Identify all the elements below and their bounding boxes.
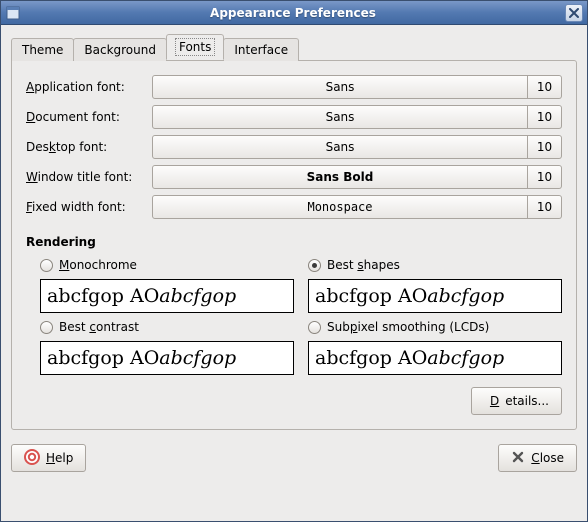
best-shapes-label: Best shapes [327,258,400,272]
fixed-width-font-picker[interactable]: Monospace 10 [152,195,562,219]
monochrome-sample: abcfgop AO abcfgop [40,279,294,313]
tab-interface[interactable]: Interface [223,38,299,61]
help-button[interactable]: Help [11,444,86,472]
rendering-grid: Monochrome Best shapes abcfgop AO abcfgo… [26,255,562,375]
window-title-font-picker[interactable]: Sans Bold 10 [152,165,562,189]
document-font-picker[interactable]: Sans 10 [152,105,562,129]
fixed-width-font-label: Fixed width font: [26,200,146,214]
best-shapes-option[interactable]: Best shapes [308,255,562,275]
monochrome-option[interactable]: Monochrome [40,255,294,275]
best-contrast-sample: abcfgop AO abcfgop [40,341,294,375]
font-rows: Application font: Sans 10 Document font:… [26,75,562,219]
best-contrast-option[interactable]: Best contrast [40,317,294,337]
best-contrast-radio[interactable] [40,321,53,334]
tabs-strip: Theme Background Fonts Interface [11,35,577,60]
document-font-label: Document font: [26,110,146,124]
desktop-font-picker[interactable]: Sans 10 [152,135,562,159]
close-icon [511,450,525,467]
tab-background[interactable]: Background [73,38,167,61]
application-font-picker[interactable]: Sans 10 [152,75,562,99]
fixed-width-font-row: Fixed width font: Monospace 10 [26,195,562,219]
window-icon [5,5,21,21]
fixed-width-font-size[interactable]: 10 [528,195,562,219]
details-row: Details... [26,387,562,415]
document-font-size[interactable]: 10 [528,105,562,129]
monochrome-label: Monochrome [59,258,137,272]
monochrome-radio[interactable] [40,259,53,272]
best-shapes-sample: abcfgop AO abcfgop [308,279,562,313]
details-button[interactable]: Details... [471,387,562,415]
titlebar[interactable]: Appearance Preferences [1,1,587,25]
document-font-name[interactable]: Sans [152,105,528,129]
tab-theme[interactable]: Theme [11,38,74,61]
subpixel-label: Subpixel smoothing (LCDs) [327,320,489,334]
tab-fonts[interactable]: Fonts [166,34,224,60]
appearance-preferences-window: Appearance Preferences Theme Background … [0,0,588,522]
subpixel-radio[interactable] [308,321,321,334]
subpixel-sample: abcfgop AO abcfgop [308,341,562,375]
client-area: Theme Background Fonts Interface Applica… [1,25,587,440]
help-icon [24,449,40,468]
window-title: Appearance Preferences [21,6,565,20]
bottom-bar: Help Close [1,440,587,482]
best-shapes-radio[interactable] [308,259,321,272]
desktop-font-size[interactable]: 10 [528,135,562,159]
desktop-font-label: Desktop font: [26,140,146,154]
application-font-label: Application font: [26,80,146,94]
application-font-row: Application font: Sans 10 [26,75,562,99]
application-font-name[interactable]: Sans [152,75,528,99]
window-title-font-size[interactable]: 10 [528,165,562,189]
window-close-button[interactable] [565,4,583,22]
window-title-font-name[interactable]: Sans Bold [152,165,528,189]
best-contrast-label: Best contrast [59,320,139,334]
desktop-font-row: Desktop font: Sans 10 [26,135,562,159]
window-title-font-row: Window title font: Sans Bold 10 [26,165,562,189]
fonts-tabpanel: Application font: Sans 10 Document font:… [11,60,577,430]
document-font-row: Document font: Sans 10 [26,105,562,129]
fixed-width-font-name[interactable]: Monospace [152,195,528,219]
window-title-font-label: Window title font: [26,170,146,184]
application-font-size[interactable]: 10 [528,75,562,99]
rendering-heading: Rendering [26,235,562,249]
desktop-font-name[interactable]: Sans [152,135,528,159]
subpixel-option[interactable]: Subpixel smoothing (LCDs) [308,317,562,337]
close-button[interactable]: Close [498,444,577,472]
